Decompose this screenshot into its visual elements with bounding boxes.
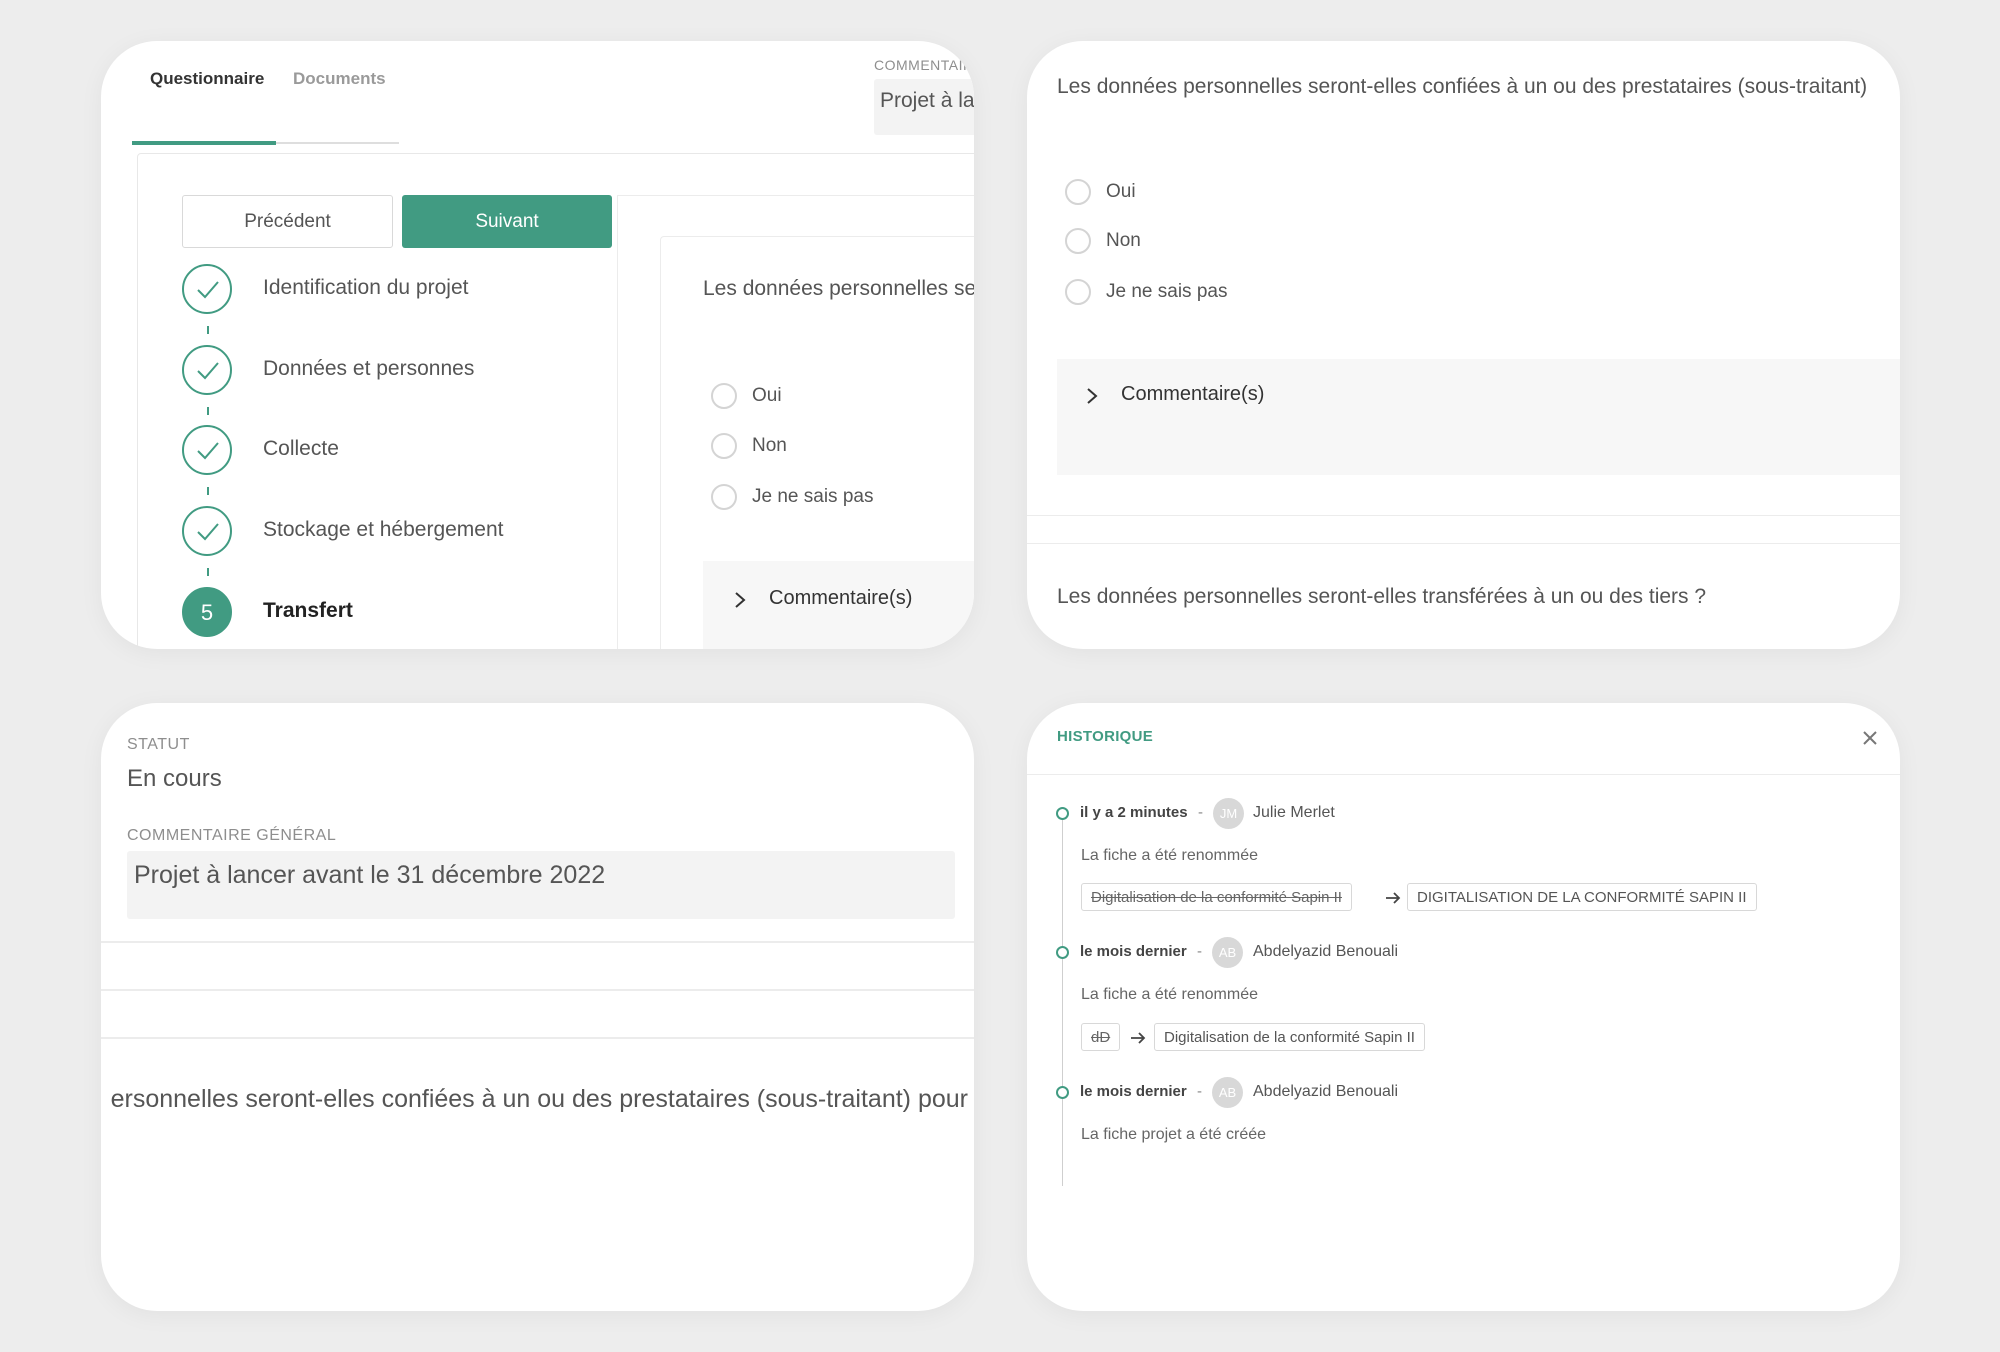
entry-user: Abdelyazid Benouali — [1253, 1083, 1398, 1100]
entry-description: La fiche projet a été créée — [1081, 1126, 1267, 1143]
entry-time: il y a 2 minutes — [1080, 804, 1188, 821]
question-text: ersonnelles seront-elles confiées à un o… — [110, 1085, 968, 1113]
header-divider — [1027, 774, 1900, 775]
radio-button[interactable] — [1065, 279, 1091, 305]
timeline-dot — [1056, 807, 1069, 820]
tab-divider — [276, 142, 399, 144]
timeline-dot — [1056, 946, 1069, 959]
comment-label: COMMENTAIRE — [874, 57, 974, 73]
history-title: HISTORIQUE — [1057, 728, 1154, 745]
check-icon — [182, 506, 232, 556]
comments-section: Commentaire(s) — [703, 561, 974, 649]
radio-label: Je ne sais pas — [1106, 281, 1228, 302]
step-label: Stockage et hébergement — [263, 518, 504, 541]
close-icon[interactable] — [1857, 725, 1883, 751]
divider — [1027, 543, 1900, 544]
chevron-right-icon — [1087, 388, 1098, 404]
step-connector — [207, 326, 209, 334]
radio-button[interactable] — [1065, 228, 1091, 254]
radio-label: Oui — [1106, 181, 1136, 202]
step-label: Données et personnes — [263, 357, 475, 380]
question-row: ersonnelles seront-elles confiées à un o… — [101, 1073, 974, 1133]
next-button[interactable]: Suivant — [402, 195, 612, 248]
step-label: Transfert — [263, 599, 353, 622]
questionnaire-card: Questionnaire Documents COMMENTAIRE Proj… — [101, 41, 974, 649]
avatar: AB — [1212, 1077, 1243, 1108]
arrow-right-icon — [1131, 1032, 1146, 1044]
active-tab-indicator — [132, 141, 276, 145]
entry-user: Abdelyazid Benouali — [1253, 943, 1398, 960]
old-value-tag: dD — [1081, 1023, 1121, 1051]
tab-questionnaire[interactable]: Questionnaire — [150, 67, 264, 119]
timeline-dot — [1056, 1086, 1069, 1099]
step-connector — [207, 407, 209, 415]
status-label: STATUT — [127, 736, 190, 753]
arrow-right-icon — [1386, 892, 1401, 904]
old-value-tag: Digitalisation de la conformité Sapin II — [1081, 883, 1352, 911]
separator: - — [1197, 943, 1202, 960]
check-icon — [182, 425, 232, 475]
comments-label: Commentaire(s) — [1121, 383, 1265, 405]
radio-button[interactable] — [711, 433, 737, 459]
comment-field[interactable]: Projet à la — [874, 79, 974, 135]
radio-label: Je ne sais pas — [752, 486, 874, 507]
entry-time: le mois dernier — [1080, 1083, 1187, 1100]
step-connector — [207, 568, 209, 576]
timeline-line — [1062, 819, 1063, 1186]
general-comment-field[interactable]: Projet à lancer avant le 31 décembre 202… — [127, 851, 955, 919]
status-card: STATUT En cours COMMENTAIRE GÉNÉRAL Proj… — [101, 703, 974, 1311]
entry-user: Julie Merlet — [1253, 804, 1335, 821]
radio-label: Oui — [752, 385, 782, 406]
entry-time: le mois dernier — [1080, 943, 1187, 960]
general-comment-label: COMMENTAIRE GÉNÉRAL — [127, 827, 337, 844]
separator: - — [1197, 1083, 1202, 1100]
question-text: Les données personnelles se — [703, 277, 974, 300]
chevron-right-icon — [735, 592, 746, 608]
step-label: Collecte — [263, 437, 339, 460]
history-card: HISTORIQUE il y a 2 minutes - JM Julie M… — [1027, 703, 1900, 1311]
step-connector — [207, 487, 209, 495]
divider — [101, 1037, 974, 1039]
divider — [101, 941, 974, 943]
previous-button[interactable]: Précédent — [182, 195, 393, 248]
status-value: En cours — [127, 765, 222, 792]
question-text: Les données personnelles seront-elles tr… — [1057, 585, 1707, 608]
radio-button[interactable] — [1065, 179, 1091, 205]
panel-top-border — [617, 195, 974, 196]
divider — [101, 989, 974, 991]
comments-section: Commentaire(s) — [1057, 359, 1900, 475]
comment-value: Projet à la — [880, 89, 974, 112]
check-icon — [182, 345, 232, 395]
radio-label: Non — [1106, 230, 1141, 251]
new-value-tag: DIGITALISATION DE LA CONFORMITÉ SAPIN II — [1407, 883, 1757, 911]
radio-label: Non — [752, 435, 787, 456]
check-icon — [182, 264, 232, 314]
comments-label: Commentaire(s) — [769, 587, 913, 609]
radio-button[interactable] — [711, 383, 737, 409]
radio-button[interactable] — [711, 484, 737, 510]
general-comment-value: Projet à lancer avant le 31 décembre 202… — [134, 861, 606, 889]
question-text: Les données personnelles seront-elles co… — [1057, 75, 1868, 98]
avatar: AB — [1212, 937, 1243, 968]
new-value-tag: Digitalisation de la conformité Sapin II — [1154, 1023, 1425, 1051]
avatar: JM — [1213, 798, 1244, 829]
step-label: Identification du projet — [263, 276, 469, 299]
question-detail-card: Les données personnelles seront-elles co… — [1027, 41, 1900, 649]
tab-documents[interactable]: Documents — [293, 67, 386, 119]
entry-description: La fiche a été renommée — [1081, 986, 1258, 1003]
separator: - — [1198, 804, 1203, 821]
step-number-badge: 5 — [182, 587, 232, 637]
divider — [1027, 515, 1900, 516]
entry-description: La fiche a été renommée — [1081, 847, 1258, 864]
panel-divider — [617, 195, 618, 649]
